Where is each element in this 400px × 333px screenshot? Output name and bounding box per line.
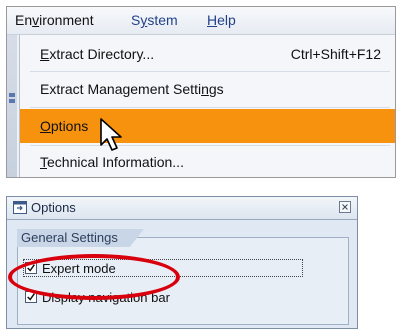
checkbox-box[interactable] — [25, 262, 37, 274]
menu-help-mnemonic: H — [207, 12, 218, 28]
menu-system[interactable]: System — [127, 12, 182, 28]
menu-item-label-a: Extract Management Setti — [40, 81, 202, 97]
checkmark-icon — [27, 293, 35, 301]
checkmark-icon — [27, 264, 35, 272]
dialog-title-bar[interactable]: Options — [7, 197, 357, 220]
menu-item-mnemonic: n — [201, 81, 209, 97]
menu-item-label-b: xtract Directory... — [49, 46, 155, 62]
options-dialog: Options General Settings Expert mode Dis… — [6, 196, 358, 329]
menu-item-label: Technical Information... — [40, 145, 184, 177]
menu-system-label-b: stem — [147, 12, 178, 28]
group-title: General Settings — [17, 229, 144, 247]
menu-item-mnemonic: E — [40, 46, 50, 62]
menu-item-extract-management-settings[interactable]: Extract Management Settings — [20, 72, 395, 106]
menu-system-label-a: S — [131, 12, 141, 28]
menu-item-label: Extract Directory... — [40, 37, 154, 71]
menu-separator — [30, 107, 390, 108]
dialog-title: Options — [31, 200, 76, 215]
checkbox-label: Expert mode — [42, 261, 116, 276]
menu-item-mnemonic: O — [40, 118, 51, 134]
checkbox-label: Display navigation bar — [42, 290, 170, 305]
menu-item-extract-directory[interactable]: Extract Directory... Ctrl+Shift+F12 — [20, 37, 395, 71]
menu-item-label: Extract Management Settings — [40, 72, 224, 106]
menu-item-technical-information[interactable]: Technical Information... — [20, 145, 395, 177]
menu-help[interactable]: Help — [203, 12, 240, 28]
background-marker — [9, 99, 15, 103]
menu-item-options[interactable]: Options — [20, 109, 395, 143]
background-marker — [9, 93, 15, 97]
menu-item-label: Options — [40, 109, 88, 143]
close-icon[interactable] — [339, 201, 351, 213]
menu-environment[interactable]: Environment — [11, 12, 98, 28]
menu-environment-label-a: En — [15, 12, 33, 28]
screenshot-canvas: Environment System Help Extract Director… — [0, 0, 400, 333]
window-icon — [13, 201, 27, 214]
background-window-edge — [7, 35, 17, 177]
menu-item-label-b: gs — [208, 81, 224, 97]
menu-item-mnemonic: T — [40, 154, 47, 170]
general-settings-group — [17, 237, 349, 325]
menu-item-shortcut: Ctrl+Shift+F12 — [290, 46, 381, 62]
menu-environment-label-b: ironment — [39, 12, 94, 28]
menu-item-label-b: ptions — [50, 118, 89, 134]
checkbox-box[interactable] — [25, 291, 37, 303]
menu-screenshot: Environment System Help Extract Director… — [6, 6, 396, 178]
environment-dropdown-menu: Extract Directory... Ctrl+Shift+F12 Extr… — [19, 35, 395, 177]
menu-bar: Environment System Help — [7, 7, 395, 35]
menu-item-label-b: echnical Information... — [47, 154, 184, 170]
menu-help-label-b: elp — [217, 12, 236, 28]
